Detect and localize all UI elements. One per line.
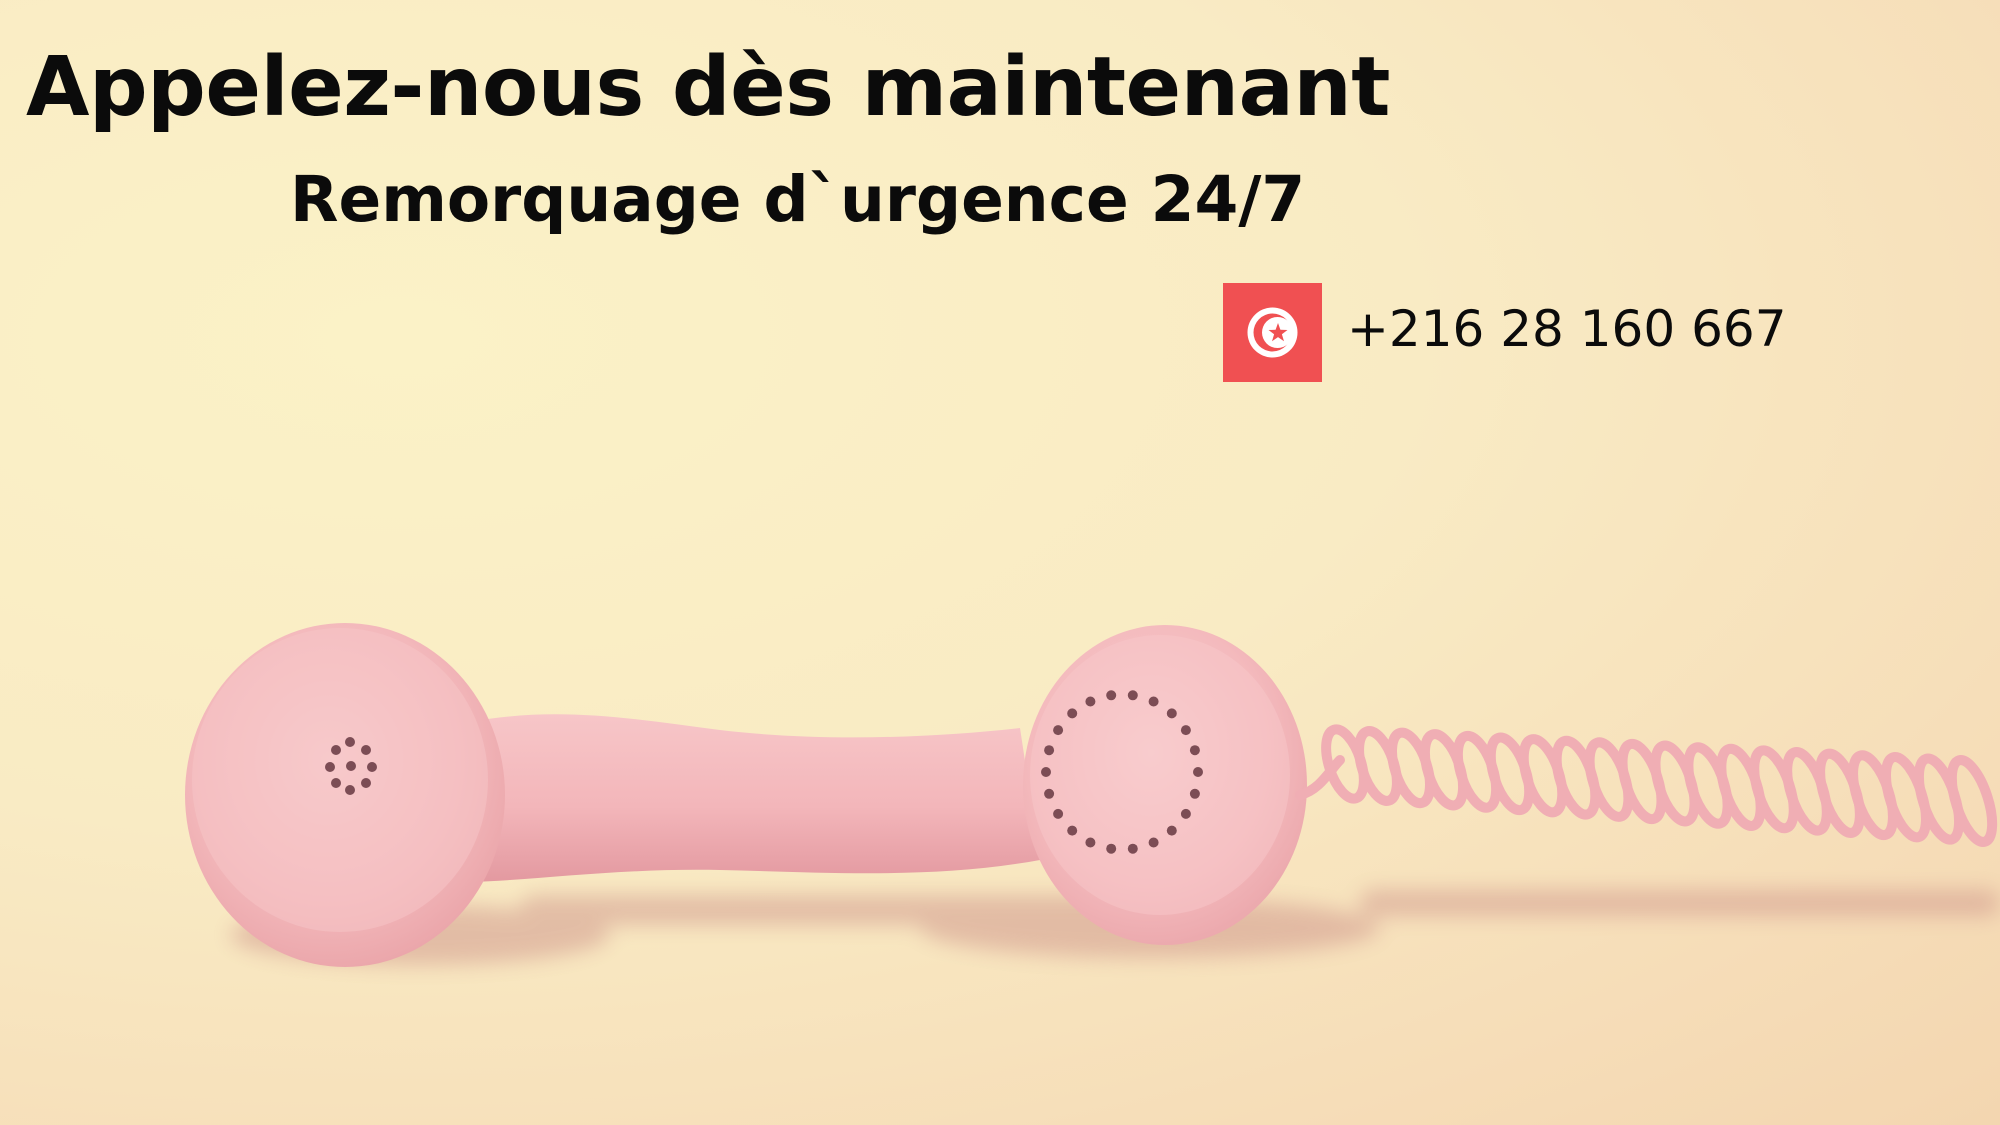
cord-coil — [1946, 755, 1998, 847]
mouthpiece-hole — [1085, 696, 1096, 707]
mouthpiece-hole — [1044, 788, 1055, 799]
mouthpiece-hole — [1166, 825, 1177, 836]
mouthpiece-hole — [1127, 690, 1138, 701]
page-headline: Appelez-nous dès maintenant — [26, 40, 1390, 135]
mouthpiece — [1023, 625, 1307, 945]
mouthpiece-hole — [1085, 837, 1096, 848]
mouthpiece-hole — [1180, 725, 1191, 736]
mouthpiece-hole — [1166, 708, 1177, 719]
mouthpiece-hole — [1106, 843, 1117, 854]
mouthpiece-hole — [1067, 708, 1078, 719]
tunisia-flag-icon — [1223, 283, 1322, 382]
mouthpiece-hole — [1053, 725, 1064, 736]
handset-handle — [470, 714, 1040, 882]
mouthpiece-hole — [1127, 843, 1138, 854]
phone-number-link[interactable]: +216 28 160 667 — [1347, 298, 1787, 360]
mouthpiece-hole — [1148, 837, 1159, 848]
mouthpiece-hole — [1044, 745, 1055, 756]
mouthpiece-hole — [1067, 825, 1078, 836]
coiled-cord — [1295, 724, 1998, 847]
earpiece — [185, 623, 505, 967]
mouthpiece-hole — [1180, 808, 1191, 819]
mouthpiece-hole — [1189, 745, 1200, 756]
mouthpiece-hole — [1148, 696, 1159, 707]
flag-emblem — [1247, 307, 1298, 358]
mouthpiece-hole — [1189, 788, 1200, 799]
mouthpiece-hole — [1193, 767, 1203, 777]
mouthpiece-hole — [1106, 690, 1117, 701]
mouthpiece-hole — [1041, 767, 1051, 777]
mouthpiece-hole — [1053, 808, 1064, 819]
page-subheadline: Remorquage d`urgence 24/7 — [290, 163, 1306, 236]
